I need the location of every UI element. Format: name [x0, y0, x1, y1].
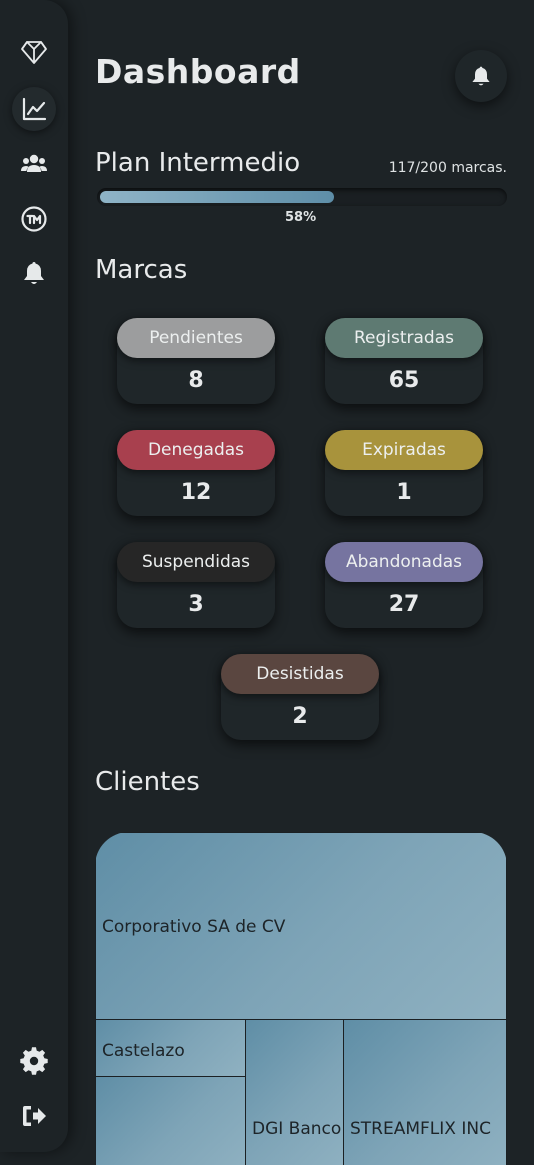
treemap-cell-label: STREAMFLIX INC [350, 1119, 491, 1139]
marca-status-pill: Pendientes [117, 318, 275, 358]
plan-progress-fill [100, 191, 334, 203]
marca-status-pill: Suspendidas [117, 542, 275, 582]
marca-card-expiradas[interactable]: Expiradas 1 [325, 430, 483, 516]
diamond-logo-icon[interactable] [12, 30, 56, 74]
marca-count: 65 [388, 368, 420, 393]
marca-card-abandonadas[interactable]: Abandonadas 27 [325, 542, 483, 628]
marca-status-pill: Registradas [325, 318, 483, 358]
sidebar [0, 0, 68, 1152]
trademark-icon[interactable] [12, 197, 56, 241]
treemap-cell[interactable]: Castelazo [95, 1019, 246, 1077]
treemap-cell[interactable]: DGI Banco [245, 1019, 344, 1165]
chart-line-icon[interactable] [12, 87, 56, 131]
marca-count: 8 [188, 368, 204, 393]
gear-icon[interactable] [12, 1039, 56, 1083]
marcas-heading: Marcas [95, 255, 188, 285]
treemap-cell[interactable] [95, 1076, 246, 1165]
marca-count: 12 [180, 480, 212, 505]
marca-count: 27 [388, 592, 420, 617]
plan-progress-bar [97, 188, 507, 206]
treemap-cell[interactable]: STREAMFLIX INC [343, 1019, 507, 1165]
marca-card-registradas[interactable]: Registradas 65 [325, 318, 483, 404]
logout-icon[interactable] [12, 1094, 56, 1138]
marca-count: 2 [292, 704, 308, 729]
treemap-cell-label: Castelazo [102, 1041, 185, 1061]
clientes-heading: Clientes [95, 767, 200, 797]
plan-count: 117/200 marcas. [388, 160, 507, 176]
treemap-cell-label: Corporativo SA de CV [102, 917, 286, 937]
bell-icon[interactable] [12, 251, 56, 295]
marca-status-pill: Expiradas [325, 430, 483, 470]
marca-card-suspendidas[interactable]: Suspendidas 3 [117, 542, 275, 628]
marca-status-pill: Abandonadas [325, 542, 483, 582]
marca-card-pendientes[interactable]: Pendientes 8 [117, 318, 275, 404]
page-title: Dashboard [95, 52, 301, 91]
marca-count: 1 [396, 480, 412, 505]
marca-card-desistidas[interactable]: Desistidas 2 [221, 654, 379, 740]
clientes-treemap: Corporativo SA de CV Castelazo DGI Banco… [95, 832, 507, 1165]
marca-status-pill: Desistidas [221, 654, 379, 694]
marca-card-denegadas[interactable]: Denegadas 12 [117, 430, 275, 516]
users-icon[interactable] [12, 142, 56, 186]
plan-name: Plan Intermedio [95, 148, 301, 178]
marca-status-pill: Denegadas [117, 430, 275, 470]
bell-icon [472, 66, 490, 86]
treemap-cell-label: DGI Banco [252, 1119, 342, 1139]
marca-count: 3 [188, 592, 204, 617]
treemap-cell[interactable]: Corporativo SA de CV [95, 832, 507, 1020]
notifications-button[interactable] [455, 50, 507, 102]
plan-progress-percent: 58% [285, 210, 317, 225]
